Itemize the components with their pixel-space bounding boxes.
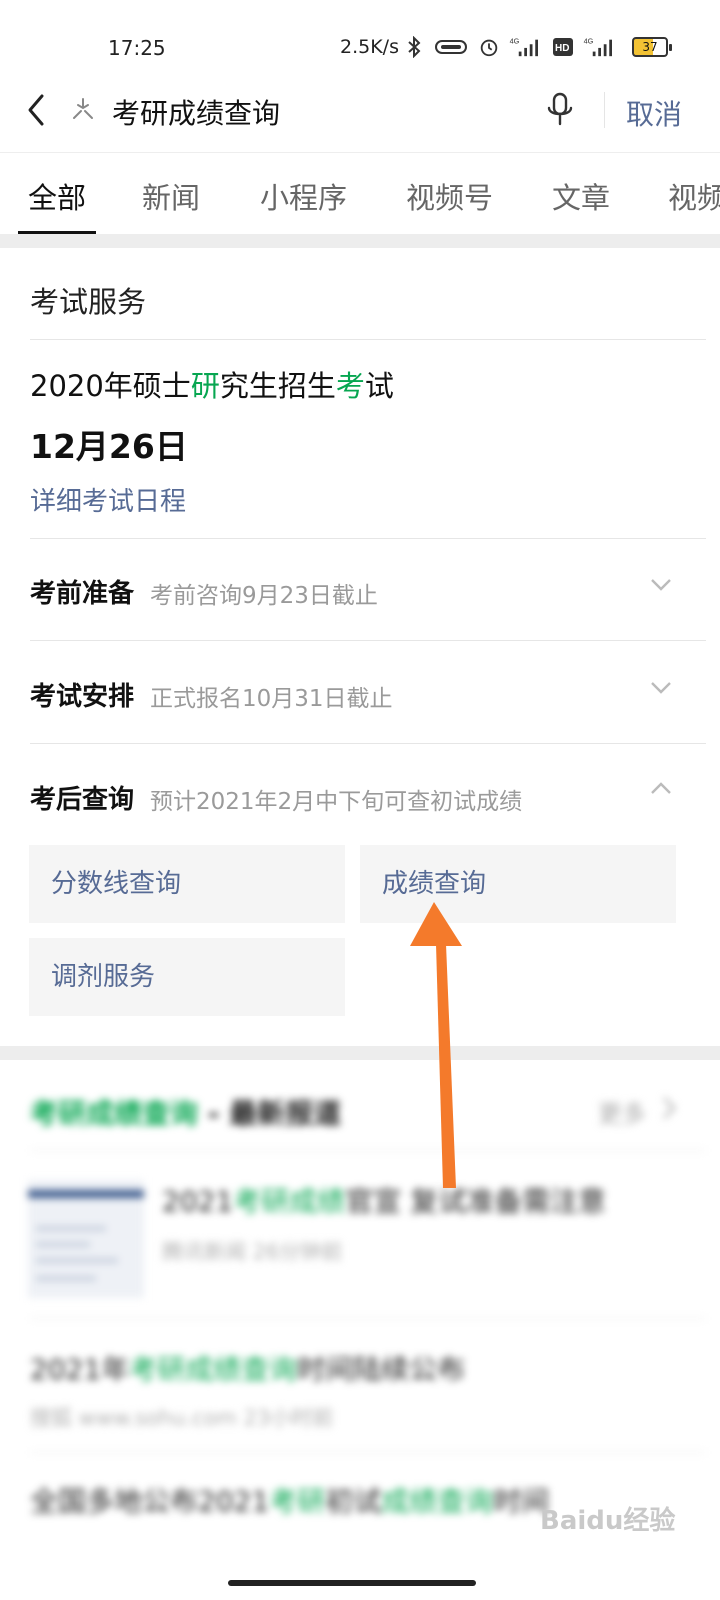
annotation-arrow <box>410 902 462 1188</box>
watermark-logo: Baidu经验 <box>540 1506 676 1536</box>
home-indicator[interactable] <box>228 1580 476 1586</box>
